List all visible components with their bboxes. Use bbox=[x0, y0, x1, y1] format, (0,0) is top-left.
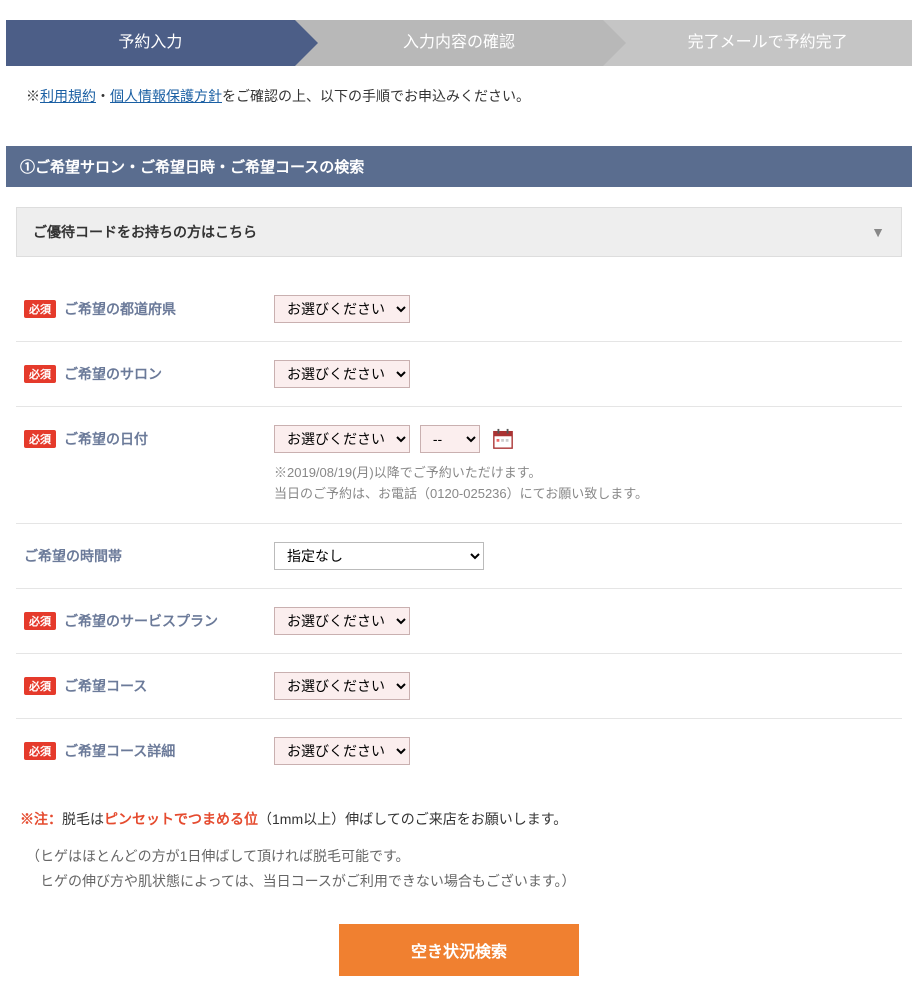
service-plan-select[interactable]: お選びください bbox=[274, 607, 410, 635]
progress-stepper: 予約入力 入力内容の確認 完了メールで予約完了 bbox=[6, 20, 912, 66]
label-salon: ご希望のサロン bbox=[64, 364, 162, 384]
step-active: 予約入力 bbox=[6, 20, 295, 66]
notice-strong: ピンセットでつまめる位 bbox=[104, 811, 258, 827]
required-badge: 必須 bbox=[24, 677, 56, 695]
required-badge: 必須 bbox=[24, 300, 56, 318]
time-select[interactable]: 指定なし bbox=[274, 542, 484, 570]
row-prefecture: 必須 ご希望の都道府県 お選びください bbox=[16, 277, 902, 342]
label-date: ご希望の日付 bbox=[64, 429, 148, 449]
label-course: ご希望コース bbox=[64, 676, 147, 696]
row-course: 必須 ご希望コース お選びください bbox=[16, 654, 902, 719]
search-form: 必須 ご希望の都道府県 お選びください 必須 ご希望のサロン お選びください 必… bbox=[16, 277, 902, 783]
row-service-plan: 必須 ご希望のサービスプラン お選びください bbox=[16, 589, 902, 654]
label-time: ご希望の時間帯 bbox=[24, 546, 122, 566]
label-course-detail: ご希望コース詳細 bbox=[64, 741, 175, 761]
course-detail-select[interactable]: お選びください bbox=[274, 737, 410, 765]
chevron-down-icon: ▼ bbox=[871, 224, 885, 240]
row-salon: 必須 ご希望のサロン お選びください bbox=[16, 342, 902, 407]
coupon-code-toggle[interactable]: ご優待コードをお持ちの方はこちら ▼ bbox=[16, 207, 902, 257]
required-badge: 必須 bbox=[24, 430, 56, 448]
required-badge: 必須 bbox=[24, 612, 56, 630]
label-prefecture: ご希望の都道府県 bbox=[64, 299, 176, 319]
notice-block: ※注：脱毛はピンセットでつまめる位（1mm以上）伸ばしてのご来店をお願いします。… bbox=[20, 807, 898, 895]
calendar-icon[interactable] bbox=[492, 428, 514, 450]
terms-link[interactable]: 利用規約 bbox=[40, 88, 96, 104]
required-badge: 必須 bbox=[24, 742, 56, 760]
salon-select[interactable]: お選びください bbox=[274, 360, 410, 388]
date-day-select[interactable]: -- bbox=[420, 425, 480, 453]
date-year-select[interactable]: お選びください bbox=[274, 425, 410, 453]
step-2-label: 入力内容の確認 bbox=[403, 34, 515, 51]
label-service-plan: ご希望のサービスプラン bbox=[64, 611, 218, 631]
step-3: 完了メールで予約完了 bbox=[603, 20, 912, 66]
step-3-label: 完了メールで予約完了 bbox=[688, 34, 848, 51]
notice-prefix: ※注： bbox=[20, 811, 62, 827]
row-date: 必須 ご希望の日付 お選びください -- ※2019/08/19(月)以降でご予… bbox=[16, 407, 902, 524]
search-availability-button[interactable]: 空き状況検索 bbox=[339, 924, 579, 976]
privacy-link[interactable]: 個人情報保護方針 bbox=[110, 88, 222, 104]
section-header: ①ご希望サロン・ご希望日時・ご希望コースの検索 bbox=[6, 146, 912, 187]
row-time: ご希望の時間帯 指定なし bbox=[16, 524, 902, 589]
row-course-detail: 必須 ご希望コース詳細 お選びください bbox=[16, 719, 902, 783]
prefecture-select[interactable]: お選びください bbox=[274, 295, 410, 323]
intro-text: ※利用規約・個人情報保護方針をご確認の上、以下の手順でお申込みください。 bbox=[26, 86, 892, 106]
coupon-label: ご優待コードをお持ちの方はこちら bbox=[33, 222, 257, 242]
step-2: 入力内容の確認 bbox=[295, 20, 604, 66]
step-1-label: 予約入力 bbox=[118, 34, 182, 51]
course-select[interactable]: お選びください bbox=[274, 672, 410, 700]
required-badge: 必須 bbox=[24, 365, 56, 383]
date-note: ※2019/08/19(月)以降でご予約いただけます。 当日のご予約は、お電話（… bbox=[274, 463, 894, 505]
